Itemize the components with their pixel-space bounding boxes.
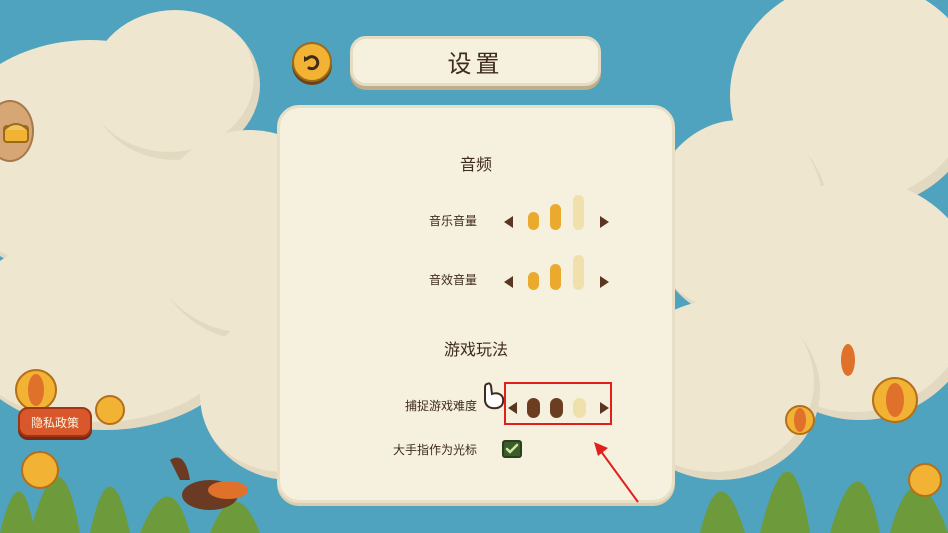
privacy-policy-button[interactable]: 隐私政策 [18, 407, 92, 437]
music-volume-bar-1 [528, 212, 539, 230]
audio-section-title: 音频 [459, 155, 492, 174]
back-button[interactable] [292, 42, 332, 82]
game-scene: 设置 音频 音乐音量 音效音量 游戏玩法 捕捉游戏难度 大手指作为光标 隐私政策 [0, 0, 948, 533]
treasure-chest-icon [3, 123, 29, 143]
sfx-volume-label: 音效音量 [428, 273, 477, 287]
annotation-arrow-icon [594, 442, 639, 503]
music-volume-label: 音乐音量 [428, 214, 477, 228]
page-title: 设置 [350, 36, 601, 86]
big-finger-cursor-label: 大手指作为光标 [392, 443, 477, 457]
music-volume-bar-2 [550, 204, 561, 230]
back-arrow-icon [304, 55, 320, 71]
big-finger-cursor-checkbox[interactable] [502, 440, 522, 458]
sfx-volume-bar-2 [550, 264, 561, 290]
difficulty-highlight-box [504, 382, 612, 425]
sfx-volume-bar-3 [573, 255, 584, 290]
sfx-volume-increase-arrow[interactable] [600, 276, 609, 288]
gameplay-section-title: 游戏玩法 [443, 340, 508, 359]
difficulty-label: 捕捉游戏难度 [404, 399, 477, 413]
music-volume-decrease-arrow[interactable] [504, 216, 513, 228]
sfx-volume-bar-1 [528, 272, 539, 290]
sfx-volume-decrease-arrow[interactable] [504, 276, 513, 288]
music-volume-increase-arrow[interactable] [600, 216, 609, 228]
music-volume-bar-3 [573, 195, 584, 230]
checkmark-icon [505, 443, 519, 454]
